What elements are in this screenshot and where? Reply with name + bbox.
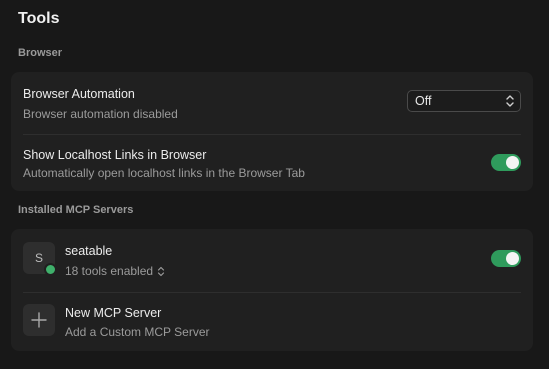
new-server-subtitle: Add a Custom MCP Server	[65, 325, 210, 339]
browser-card-divider	[23, 134, 521, 135]
localhost-links-row: Show Localhost Links in Browser Automati…	[23, 147, 521, 183]
localhost-links-subtitle: Automatically open localhost links in th…	[23, 166, 305, 180]
server-tools-count: 18 tools enabled	[65, 264, 154, 278]
localhost-links-toggle[interactable]	[491, 154, 521, 171]
server-enabled-toggle[interactable]	[491, 250, 521, 267]
browser-automation-row: Browser Automation Browser automation di…	[23, 86, 521, 122]
mcp-server-row: S seatable 18 tools enabled	[23, 242, 521, 282]
add-server-button[interactable]	[23, 304, 55, 336]
page-title: Tools	[18, 10, 60, 27]
server-avatar-letter: S	[34, 251, 43, 265]
browser-automation-select-value: Off	[415, 94, 432, 108]
tools-settings-page: Tools Browser Browser Automation Browser…	[0, 0, 549, 369]
mcp-card-divider	[23, 292, 521, 293]
browser-section-label: Browser	[18, 47, 63, 59]
server-avatar: S	[23, 242, 57, 276]
server-name: seatable	[65, 244, 113, 258]
toggle-knob	[506, 252, 519, 265]
mcp-servers-card: S seatable 18 tools enabled New MCP Serv…	[11, 229, 533, 351]
toggle-knob	[506, 156, 519, 169]
server-status-dot	[44, 263, 57, 276]
browser-automation-select[interactable]: Off	[407, 90, 521, 112]
chevron-up-down-icon	[157, 266, 165, 276]
browser-automation-title: Browser Automation	[23, 87, 135, 101]
localhost-links-title: Show Localhost Links in Browser	[23, 148, 207, 162]
chevron-up-down-icon	[506, 95, 514, 107]
browser-automation-subtitle: Browser automation disabled	[23, 107, 178, 121]
server-tools-dropdown[interactable]: 18 tools enabled	[65, 264, 165, 278]
new-server-title: New MCP Server	[65, 306, 162, 320]
browser-card: Browser Automation Browser automation di…	[11, 72, 533, 191]
mcp-section-label: Installed MCP Servers	[18, 204, 134, 216]
new-mcp-server-row[interactable]: New MCP Server Add a Custom MCP Server	[23, 304, 521, 340]
plus-icon	[31, 312, 47, 328]
